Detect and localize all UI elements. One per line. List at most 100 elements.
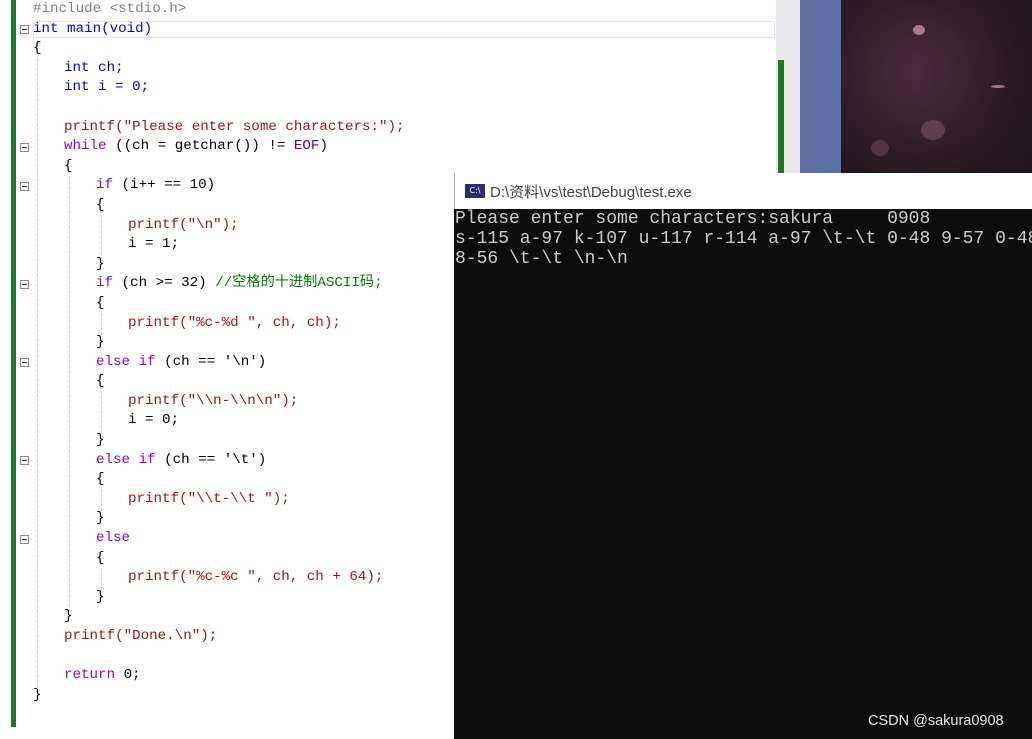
code-line[interactable]: { bbox=[96, 196, 105, 216]
console-titlebar[interactable]: C:\ D:\资料\vs\test\Debug\test.exe bbox=[454, 173, 1032, 209]
fold-toggle-main[interactable] bbox=[20, 25, 29, 34]
comment: //空格的十进制ASCII码; bbox=[215, 275, 383, 291]
code-line[interactable]: { bbox=[96, 372, 105, 392]
code-line[interactable]: printf("Please enter some characters:"); bbox=[64, 118, 405, 138]
code-line[interactable]: } bbox=[33, 686, 42, 706]
brace: } bbox=[96, 432, 105, 448]
printf-newline: printf("\n"); bbox=[128, 217, 239, 233]
fold-toggle-else-if-tab[interactable] bbox=[20, 456, 29, 465]
code-line[interactable]: if (ch >= 32) //空格的十进制ASCII码; bbox=[96, 274, 383, 294]
printf-escaped-tab: printf("\\t-\\t "); bbox=[128, 491, 290, 507]
code-line[interactable]: } bbox=[96, 255, 105, 275]
code-line[interactable]: printf("%c-%d ", ch, ch); bbox=[128, 314, 341, 334]
indent-guide bbox=[101, 391, 102, 433]
assign-i: i = 1; bbox=[128, 236, 180, 252]
code-line[interactable]: i = 0; bbox=[128, 411, 179, 431]
indent-guide bbox=[69, 176, 70, 612]
preprocessor-include: #include <stdio.h> bbox=[33, 1, 187, 17]
code-line[interactable]: { bbox=[96, 549, 105, 569]
brace: { bbox=[33, 40, 42, 56]
code-line[interactable]: } bbox=[96, 588, 105, 608]
paren: ) bbox=[319, 138, 328, 154]
if-condition: (ch >= 32) bbox=[113, 275, 216, 291]
keyword-while: while bbox=[64, 138, 107, 154]
code-line[interactable]: { bbox=[64, 157, 73, 177]
code-line[interactable]: int i = 0; bbox=[64, 78, 149, 98]
macro-eof: EOF bbox=[293, 138, 320, 154]
indent-guide bbox=[37, 58, 38, 688]
console-app-icon: C:\ bbox=[465, 184, 485, 198]
brace: { bbox=[96, 295, 105, 311]
brace: { bbox=[96, 550, 105, 566]
code-line[interactable]: else bbox=[96, 529, 130, 549]
code-line[interactable]: } bbox=[96, 333, 105, 353]
while-condition: ((ch = getchar()) != bbox=[106, 138, 294, 154]
printf-control-char: printf("%c-%c ", ch, ch + 64); bbox=[128, 569, 384, 585]
main-signature: int main(void) bbox=[33, 21, 153, 37]
code-line[interactable]: } bbox=[96, 431, 105, 451]
brace: } bbox=[96, 510, 105, 526]
fold-toggle-else-if-newline[interactable] bbox=[20, 358, 29, 367]
code-line[interactable]: { bbox=[96, 294, 105, 314]
fold-toggle-while[interactable] bbox=[20, 143, 29, 152]
keyword-else: else bbox=[96, 354, 131, 370]
brace: } bbox=[96, 256, 105, 272]
indent-guide bbox=[101, 215, 102, 255]
console-window-title: D:\资料\vs\test\Debug\test.exe bbox=[490, 184, 692, 201]
brace: } bbox=[64, 608, 73, 624]
brace: { bbox=[96, 197, 105, 213]
code-line[interactable]: return 0; bbox=[64, 666, 141, 686]
fold-toggle-if-printable[interactable] bbox=[20, 280, 29, 289]
code-line[interactable]: i = 1; bbox=[128, 235, 179, 255]
printf-escaped-newline: printf("\\n-\\n\n"); bbox=[128, 393, 299, 409]
if-condition: (i++ == 10) bbox=[113, 177, 216, 193]
keyword-return: return bbox=[64, 667, 116, 683]
code-line[interactable]: while ((ch = getchar()) != EOF) bbox=[64, 137, 328, 157]
brace: { bbox=[64, 158, 73, 174]
code-line[interactable]: { bbox=[33, 39, 42, 59]
keyword-if: if bbox=[138, 354, 156, 370]
code-line[interactable]: } bbox=[96, 509, 105, 529]
change-tracking-bar bbox=[11, 0, 16, 727]
brace: { bbox=[96, 373, 105, 389]
keyword-else: else bbox=[96, 452, 131, 468]
brace: } bbox=[33, 687, 42, 703]
indent-guide bbox=[101, 313, 102, 335]
decl-ch: int ch; bbox=[64, 60, 124, 76]
fold-toggle-if-counter[interactable] bbox=[20, 182, 29, 191]
printf-done: printf("Done.\n"); bbox=[64, 628, 218, 644]
brace: { bbox=[96, 471, 105, 487]
code-line[interactable]: int main(void) bbox=[33, 20, 152, 40]
code-line[interactable]: printf("%c-%c ", ch, ch + 64); bbox=[128, 568, 383, 588]
code-line[interactable]: printf("\\t-\\t "); bbox=[128, 490, 290, 510]
code-line[interactable]: printf("\\n-\\n\n"); bbox=[128, 392, 298, 412]
decl-i: int i = 0; bbox=[64, 79, 150, 95]
console-output[interactable]: Please enter some characters:sakura 0908… bbox=[455, 209, 1032, 739]
desktop-wallpaper bbox=[841, 0, 1032, 180]
console-window[interactable]: C:\ D:\资料\vs\test\Debug\test.exe Please … bbox=[454, 173, 1032, 739]
wallpaper-petal bbox=[921, 120, 945, 140]
code-line[interactable]: else if (ch == '\t') bbox=[96, 451, 266, 471]
code-line[interactable]: printf("\n"); bbox=[128, 216, 239, 236]
code-line[interactable]: #include <stdio.h> bbox=[33, 0, 186, 20]
code-line[interactable]: printf("Done.\n"); bbox=[64, 627, 217, 647]
if-condition: (ch == '\n') bbox=[155, 354, 267, 370]
code-line[interactable]: int ch; bbox=[64, 59, 124, 79]
fold-toggle-else[interactable] bbox=[20, 535, 29, 544]
printf-char-code: printf("%c-%d ", ch, ch); bbox=[128, 315, 341, 331]
wallpaper-petal bbox=[991, 85, 1005, 88]
code-line[interactable]: else if (ch == '\n') bbox=[96, 353, 266, 373]
code-line[interactable]: if (i++ == 10) bbox=[96, 176, 215, 196]
wallpaper-petal bbox=[871, 140, 889, 156]
return-value: 0; bbox=[115, 667, 141, 683]
code-line[interactable]: } bbox=[64, 607, 73, 627]
brace: } bbox=[96, 589, 105, 605]
keyword-if: if bbox=[138, 452, 156, 468]
watermark-text: CSDN @sakura0908 bbox=[868, 713, 1004, 729]
brace: } bbox=[96, 334, 105, 350]
keyword-if: if bbox=[96, 275, 114, 291]
code-line[interactable]: { bbox=[96, 470, 105, 490]
reset-i: i = 0; bbox=[128, 412, 180, 428]
